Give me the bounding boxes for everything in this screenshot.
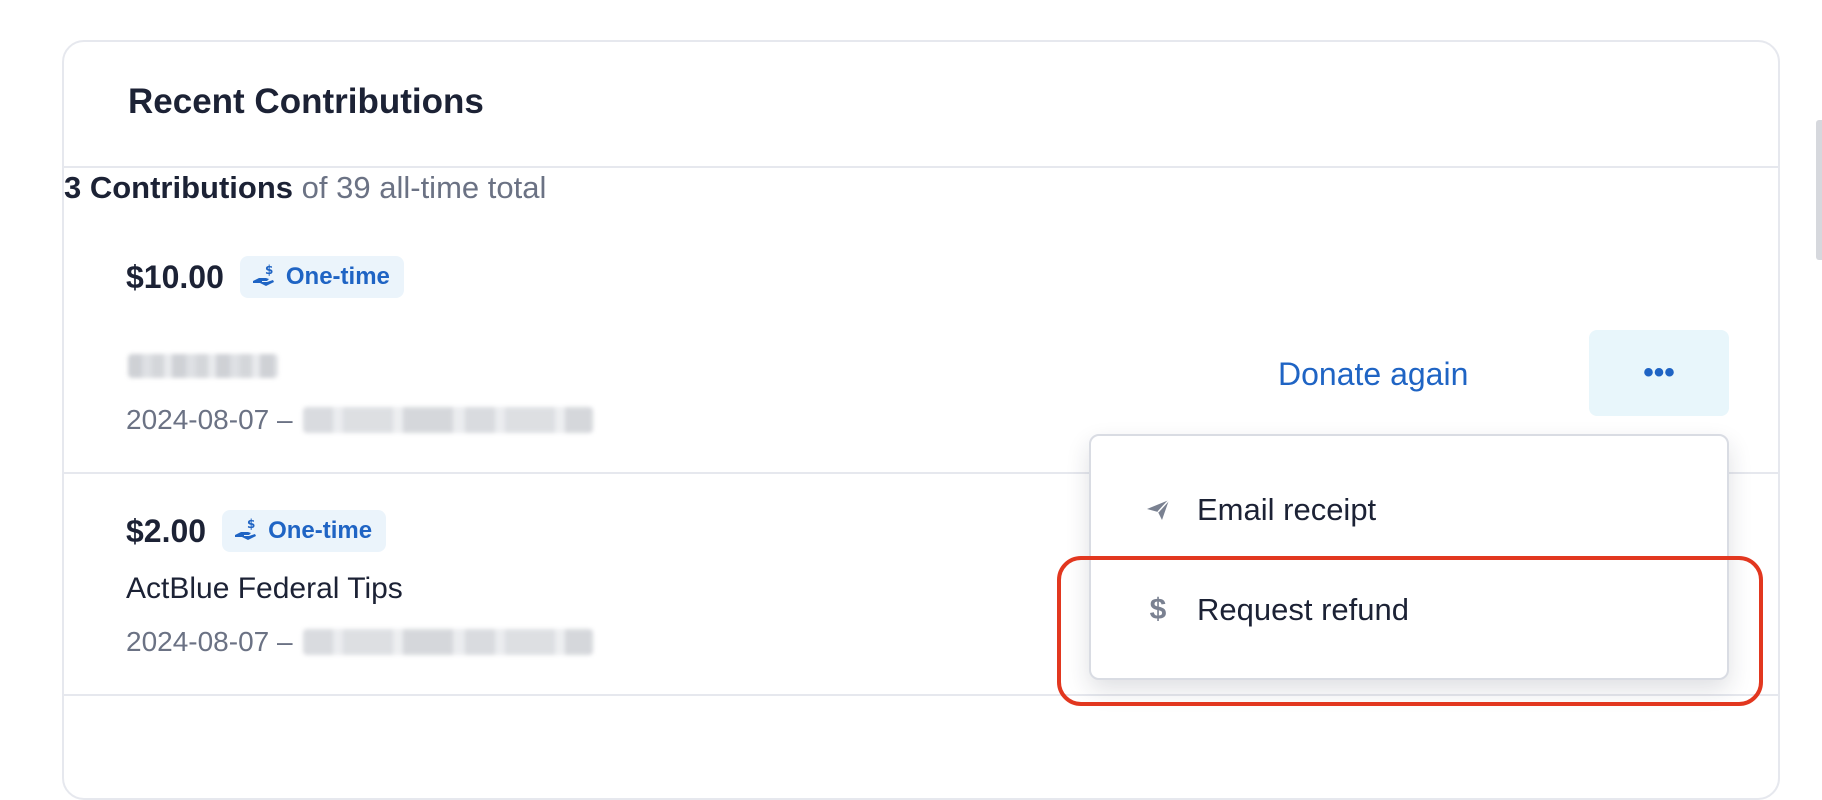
card-header: Recent Contributions xyxy=(64,42,1778,168)
card-title: Recent Contributions xyxy=(128,82,484,121)
amount-line: $10.00 $ One-time xyxy=(126,256,404,298)
summary-count: 3 Contributions xyxy=(64,170,294,205)
scrollbar[interactable] xyxy=(1816,120,1822,260)
menu-item-label: Email receipt xyxy=(1197,492,1377,527)
donate-again-link[interactable]: Donate again xyxy=(1278,356,1468,393)
menu-item-label: Request refund xyxy=(1197,592,1409,627)
badge-label: One-time xyxy=(285,263,390,290)
summary-total: of 39 all-time total xyxy=(301,170,547,205)
email-receipt-menu-item[interactable]: Email receipt xyxy=(1091,462,1727,558)
redacted-order-id xyxy=(302,407,593,433)
contribution-recipient: ActBlue Federal Tips xyxy=(126,572,403,605)
one-time-badge: $ One-time xyxy=(222,510,387,552)
contribution-date: 2024-08-07 – xyxy=(126,626,293,657)
donate-hand-icon: $ xyxy=(252,263,274,286)
contributions-summary: 3 Contributions of 39 all-time total xyxy=(64,170,546,206)
contribution-meta: 2024-08-07 – xyxy=(126,626,593,658)
request-refund-menu-item[interactable]: $ Request refund xyxy=(1091,562,1727,658)
redacted-recipient xyxy=(128,354,278,378)
amount-line: $2.00 $ One-time xyxy=(126,510,387,552)
contribution-amount: $2.00 xyxy=(126,512,207,549)
donate-hand-icon: $ xyxy=(235,517,257,540)
svg-text:$: $ xyxy=(247,517,255,531)
contribution-amount: $10.00 xyxy=(126,258,224,295)
more-options-button[interactable]: ••• xyxy=(1589,330,1729,416)
contribution-date: 2024-08-07 – xyxy=(126,404,293,435)
badge-label: One-time xyxy=(268,517,373,544)
contribution-meta: 2024-08-07 – xyxy=(126,404,593,436)
svg-text:$: $ xyxy=(265,263,273,277)
contribution-actions-menu: Email receipt $ Request refund xyxy=(1089,434,1729,680)
redacted-order-id xyxy=(302,629,593,655)
one-time-badge: $ One-time xyxy=(239,256,404,298)
dollar-icon: $ xyxy=(1149,593,1167,626)
paper-plane-icon xyxy=(1141,497,1175,523)
